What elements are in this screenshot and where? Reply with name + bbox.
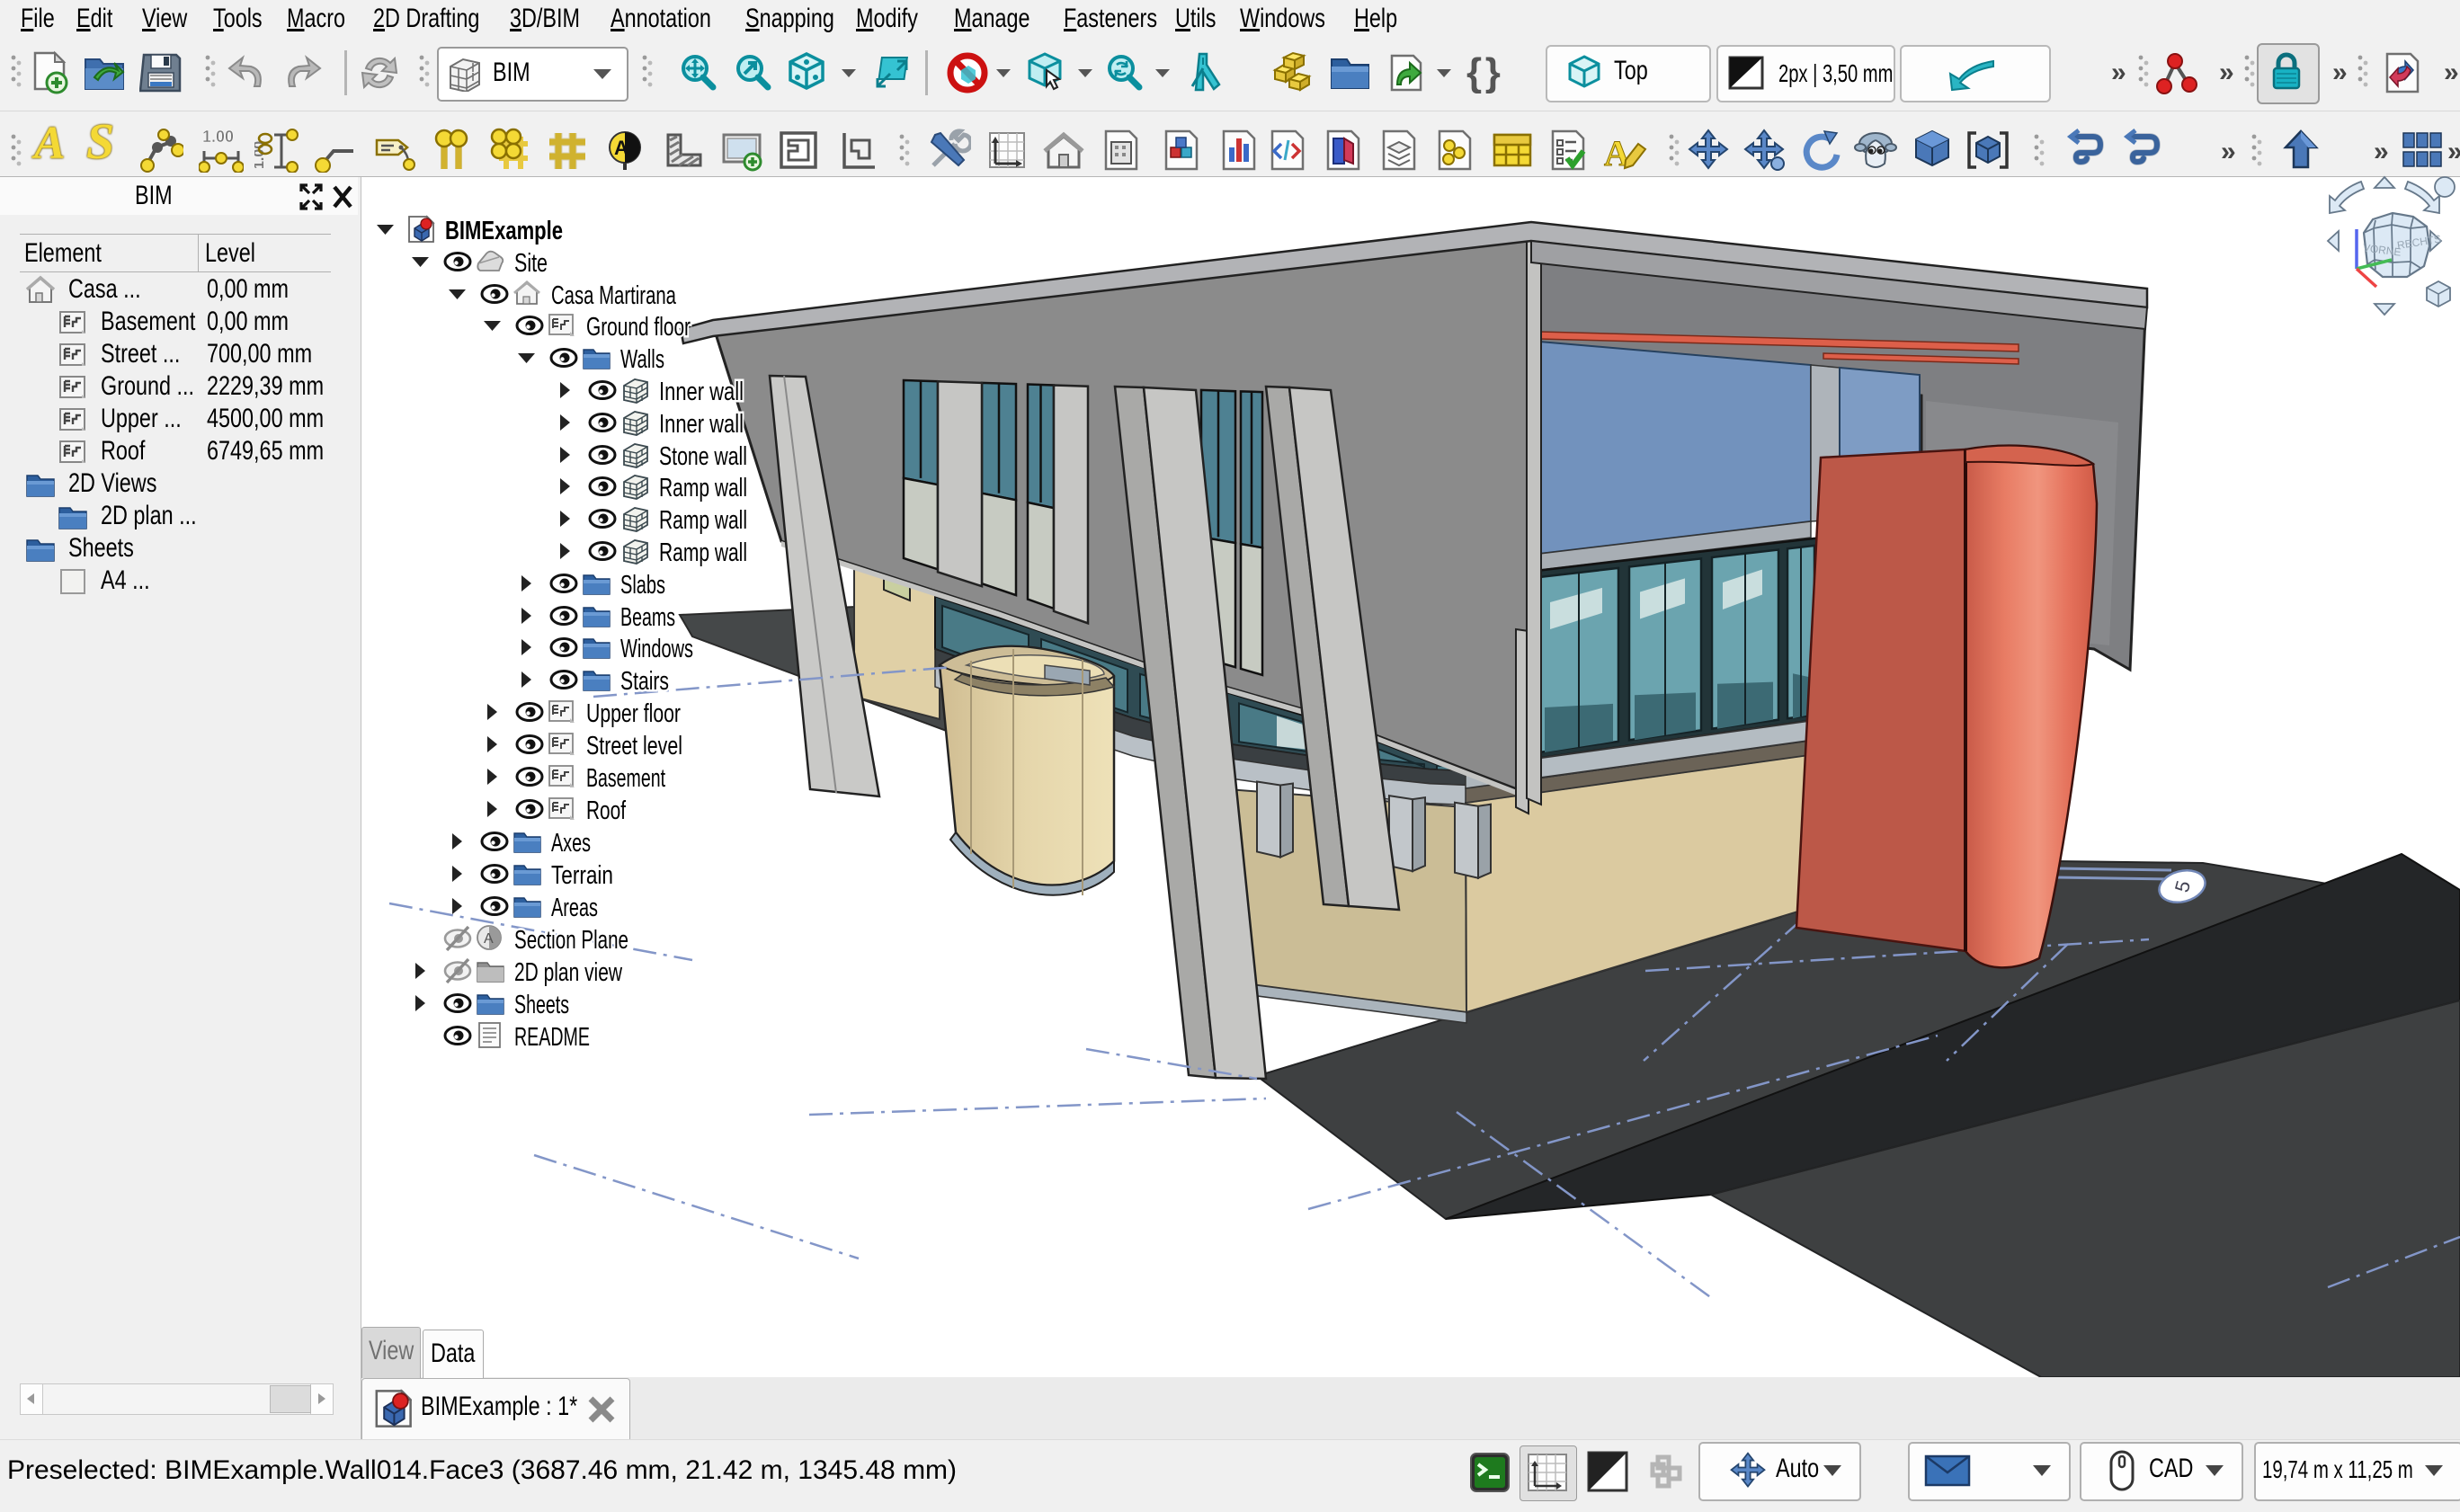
svg-text:Ramp wall: Ramp wall — [659, 538, 747, 567]
svg-text:A: A — [614, 137, 628, 159]
svg-text:Beams: Beams — [620, 603, 675, 632]
svg-text:Axes: Axes — [551, 829, 591, 858]
svg-text:Sheets: Sheets — [514, 991, 569, 1019]
svg-text:Section Plane: Section Plane — [514, 926, 628, 955]
svg-text:Basement: Basement — [586, 764, 665, 793]
svg-text:Ramp wall: Ramp wall — [659, 506, 747, 535]
svg-text:Areas: Areas — [551, 894, 598, 922]
svg-text:1.00: 1.00 — [202, 128, 234, 146]
svg-text:Casa Martirana: Casa Martirana — [551, 281, 677, 310]
svg-text:Slabs: Slabs — [620, 571, 665, 600]
svg-text:Terrain: Terrain — [551, 861, 613, 890]
svg-text:Ramp wall: Ramp wall — [659, 474, 747, 503]
svg-text:BIMExample: BIMExample — [445, 217, 563, 245]
svg-text:2D plan view: 2D plan view — [514, 958, 623, 987]
svg-text:Ground floor: Ground floor — [586, 313, 691, 342]
svg-text:Stone wall: Stone wall — [659, 442, 747, 471]
svg-text:Site: Site — [514, 249, 548, 278]
svg-text:Street level: Street level — [586, 732, 682, 760]
svg-text:README: README — [514, 1023, 590, 1052]
svg-text:Inner wall: Inner wall — [659, 410, 744, 439]
svg-text:Upper floor: Upper floor — [586, 699, 681, 728]
svg-text:Windows: Windows — [620, 635, 693, 663]
svg-text:Roof: Roof — [586, 796, 627, 825]
svg-text:Inner wall: Inner wall — [659, 378, 744, 406]
svg-text:Walls: Walls — [620, 345, 664, 374]
svg-text:Stairs: Stairs — [620, 667, 669, 696]
